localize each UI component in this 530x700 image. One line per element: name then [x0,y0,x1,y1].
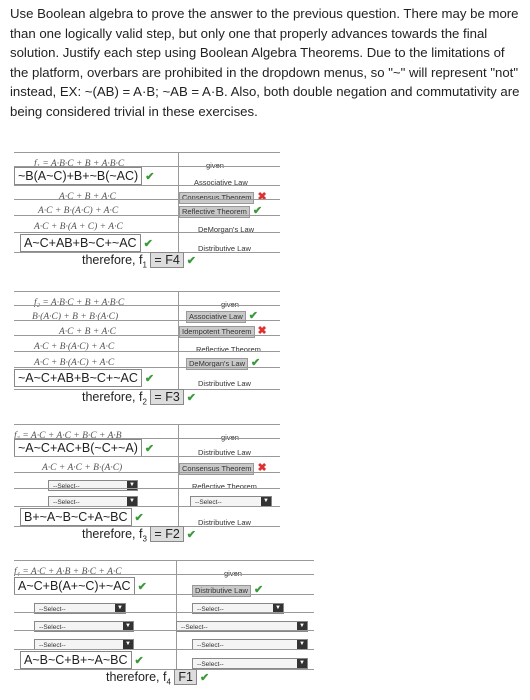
law-choice[interactable]: Consensus Theorem [179,463,255,475]
step-expression: A·C + B·(A + C) + A·C [34,222,123,232]
answer-choice[interactable]: B+~A~B~C+A~BC [20,508,132,526]
check-icon: ✔ [186,255,196,267]
answer-choice[interactable]: ~A~C+AC+B(~C+~A) [14,439,142,457]
conclusion: therefore, f2 = F3 ✔ [82,389,196,407]
chevron-down-icon: ▼ [123,640,133,649]
proof-block-2: f₂ = A·B·C + B + A·B·C given B·(A·C) + B… [14,291,280,409]
proof-block-3: f₃ = A·C + A·C + B·C + A·B given ~A~C+AC… [14,424,280,546]
answer-choice[interactable]: ~A~C+AB+B~C+~AC [14,369,142,387]
answer-choice[interactable]: A~B~C+B+~A~BC [20,651,132,669]
check-icon: ✔ [144,443,155,455]
check-icon: ✔ [199,672,210,684]
law-choice[interactable]: Idempotent Theorem [179,326,255,338]
conclusion: therefore, f4 F1 ✔ [106,669,210,687]
final-answer-choice[interactable]: = F2 [150,526,184,542]
law-choice[interactable]: DeMorgan's Law [186,358,249,370]
final-answer-choice[interactable]: = F4 [150,252,184,268]
answer-choice[interactable]: A~C+B(A+~C)+~AC [14,577,135,595]
conclusion: therefore, f3 = F2 ✔ [82,526,196,544]
chevron-down-icon: ▼ [127,497,137,506]
check-icon: ✔ [186,529,196,541]
conclusion: therefore, f1 = F4 ✔ [82,252,196,270]
check-icon: ✔ [186,392,196,404]
step-expression: f₄ = A·C + A·B + B·C + A·C [14,567,122,577]
law-choice[interactable]: Reflective Theorem [179,206,250,218]
law-label: Distributive Law [198,379,251,388]
check-icon: ✔ [145,171,155,183]
check-icon: ✔ [143,238,153,250]
law-dropdown[interactable]: --Select-- ▼ [192,658,308,669]
check-icon: ✔ [134,512,144,524]
chevron-down-icon: ▼ [261,497,271,506]
check-icon: ✔ [144,373,155,385]
law-label: DeMorgan's Law [198,225,255,234]
final-answer-choice[interactable]: = F3 [150,389,184,405]
answer-choice[interactable]: ~B(A~C)+B+~B(~AC) [14,167,143,185]
check-icon: ✔ [134,655,144,667]
final-answer-choice[interactable]: F1 [174,669,197,685]
law-choice[interactable]: Distributive Law [192,585,251,597]
chevron-down-icon: ▼ [297,640,307,649]
answer-choice[interactable]: A~C+AB+B~C+~AC [20,234,141,252]
proof-block-1: f₁ = A·B·C + B + A·B·C given ~B(A~C)+B+~… [14,152,280,270]
instructions-text: Use Boolean algebra to prove the answer … [10,6,520,119]
check-icon: ✔ [137,581,147,593]
proof-block-4: f₄ = A·C + A·B + B·C + A·C given A~C+B(A… [14,560,314,690]
step-dropdown[interactable]: --Select-- ▼ [48,480,138,491]
chevron-down-icon: ▼ [297,659,307,668]
